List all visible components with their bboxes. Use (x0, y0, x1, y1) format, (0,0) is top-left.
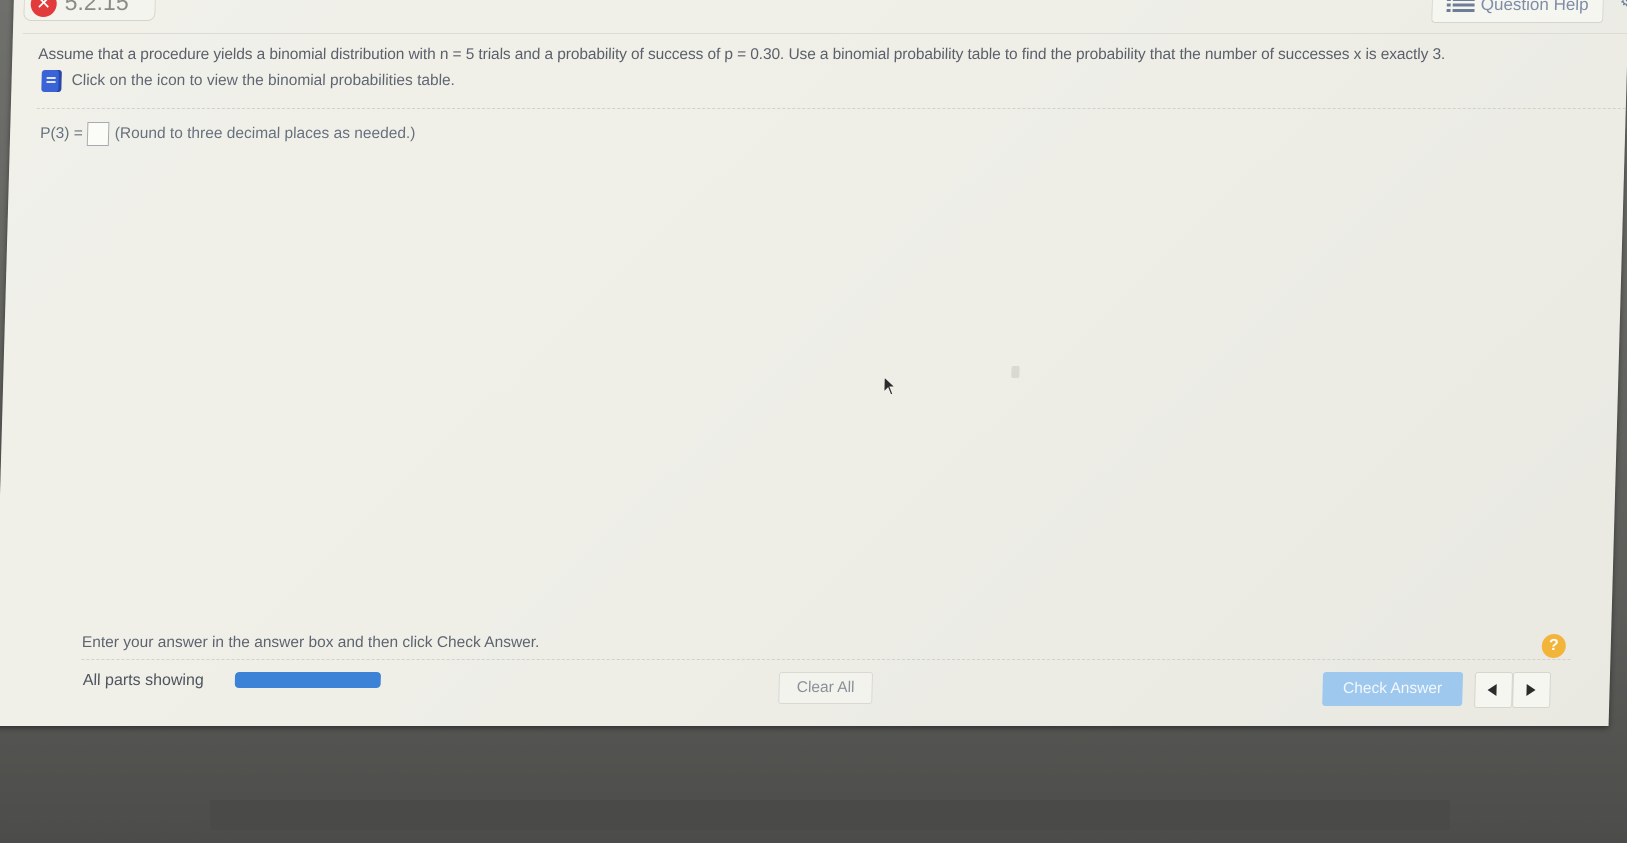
book-icon[interactable] (41, 70, 62, 92)
instructions-text: Enter your answer in the answer box and … (81, 634, 540, 651)
next-question-button[interactable] (1512, 672, 1552, 708)
list-icon (1446, 0, 1476, 12)
problem-number: 5.2.15 (64, 0, 130, 15)
question-help-button[interactable]: Question Help (1431, 0, 1604, 23)
browser-screen: ✕ 5.2.15 Question Help ⚙ Assume that a p… (0, 0, 1627, 726)
answer-input[interactable] (86, 122, 110, 146)
incorrect-x-icon: ✕ (30, 0, 58, 17)
mouse-cursor-icon (883, 376, 897, 396)
gear-icon[interactable]: ⚙ (1620, 0, 1627, 10)
triangle-left-icon (1487, 684, 1497, 696)
clear-all-button[interactable]: Clear All (778, 672, 874, 704)
question-divider (36, 108, 1626, 109)
footer-divider (81, 659, 1571, 660)
question-help-label: Question Help (1480, 0, 1589, 14)
header-divider (22, 33, 1627, 34)
monitor-bezel (210, 800, 1450, 830)
previous-question-button[interactable] (1474, 672, 1514, 708)
triangle-right-icon (1526, 684, 1536, 696)
parts-progress-bar (234, 672, 382, 688)
rounding-hint: (Round to three decimal places as needed… (114, 125, 416, 142)
answer-label: P(3) = (39, 125, 83, 142)
answer-row: P(3) = (Round to three decimal places as… (40, 122, 416, 146)
binomial-table-link-text: Click on the icon to view the binomial p… (71, 72, 456, 89)
question-text: Assume that a procedure yields a binomia… (38, 46, 1446, 63)
help-question-icon[interactable]: ? (1541, 634, 1567, 658)
parts-progress-fill (234, 672, 382, 688)
check-answer-button[interactable]: Check Answer (1322, 672, 1464, 706)
screen-speck (1011, 366, 1020, 378)
binomial-table-link[interactable]: Click on the icon to view the binomial p… (41, 70, 455, 92)
parts-showing-label: All parts showing (82, 672, 205, 689)
problem-id-tab: ✕ 5.2.15 (23, 0, 157, 21)
